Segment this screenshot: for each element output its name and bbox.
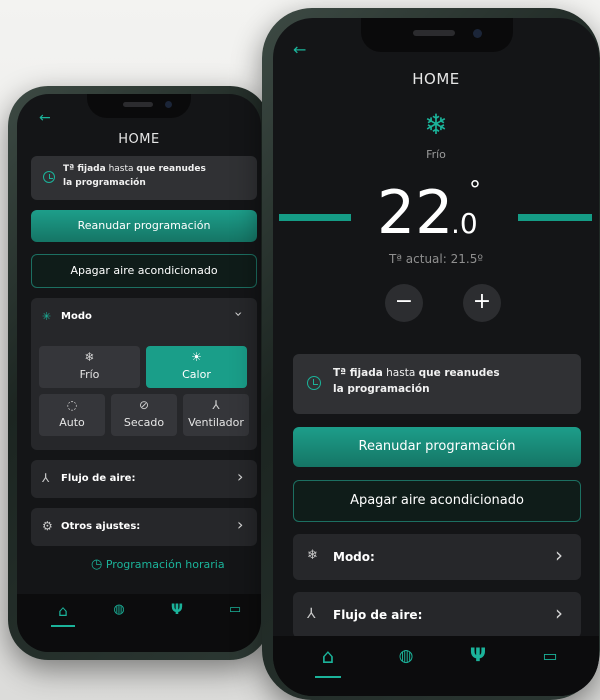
airflow-label: Flujo de aire: [333,608,423,622]
info-card: Tª fijada hasta que reanudes la programac… [293,354,581,414]
clock-icon [307,376,321,390]
temp-slider-left [279,214,351,221]
home-icon[interactable]: ⌂ [313,644,343,668]
page-title: HOME [118,132,160,147]
snowflake-icon: ❄ [307,548,318,563]
turn-off-ac-button[interactable]: Apagar aire acondicionado [31,254,257,288]
mode-tile-label: Calor [182,368,211,381]
auto-cycle-icon: ◌ [66,398,78,412]
resume-schedule-button[interactable]: Reanudar programación [293,427,581,467]
fan-icon: ⅄ [307,606,316,622]
mode-section[interactable]: ✳ Modo › ❄ Frío ☀ Calor ◌ Auto ⊘ Secado … [31,298,257,450]
notch [87,94,191,118]
back-phone-screen: ← HOME Tª fijada hasta que reanudes la pr… [17,94,261,652]
mode-tile-secado[interactable]: ⊘ Secado [111,394,177,436]
degree-symbol: ° [469,176,481,204]
chat-icon[interactable]: ▭ [223,602,247,617]
mode-tile-frio[interactable]: ❄ Frío [39,346,140,388]
airflow-label: Flujo de aire: [61,473,136,484]
chevron-right-icon[interactable]: › [237,515,243,534]
set-temperature: 22 [377,178,454,248]
schedule-link[interactable]: ◷ Programación horaria [91,557,225,572]
remote-icon[interactable]: ◍ [391,646,421,666]
other-settings-label: Otros ajustes: [61,521,141,532]
other-settings-row[interactable]: ⚙ Otros ajustes: › [31,508,257,546]
gear-icon: ⚙ [42,519,53,533]
info-text: Tª fijada hasta que reanudes la programac… [63,164,206,188]
front-phone: ← HOME ❄ Frío 22 .0 ° Tª actual: 21.5º −… [262,8,600,700]
front-phone-screen: ← HOME ❄ Frío 22 .0 ° Tª actual: 21.5º −… [273,18,599,696]
decrease-temp-button[interactable]: − [385,284,423,322]
drop-slash-icon: ⊘ [138,398,150,412]
schedule-link-label: Programación horaria [105,558,225,571]
info-card: Tª fijada hasta que reanudes la programac… [31,156,257,200]
mode-tile-auto[interactable]: ◌ Auto [39,394,105,436]
mode-status-label: Frío [426,148,446,161]
snowflake-icon: ❄ [424,108,448,141]
bottom-nav: ⌂ ◍ Ψ ▭ [17,594,261,652]
home-icon[interactable]: ⌂ [51,602,75,620]
info-text: Tª fijada hasta que reanudes la programac… [333,367,500,396]
mode-tile-calor[interactable]: ☀ Calor [146,346,247,388]
notch [361,18,513,52]
snowflake-icon: ❄ [84,350,95,364]
clock-search-icon: ◷ [91,557,103,572]
increase-temp-button[interactable]: + [463,284,501,322]
page-title: HOME [412,70,460,88]
clock-icon [43,171,55,183]
bottom-nav: ⌂ ◍ Ψ ▭ [273,636,599,696]
current-temperature: Tª actual: 21.5º [389,252,483,266]
chevron-right-icon[interactable]: › [237,467,243,486]
tools-icon[interactable]: Ψ [165,602,189,618]
mode-label: Modo [61,311,92,322]
chevron-right-icon[interactable]: › [555,601,563,625]
turn-off-ac-button[interactable]: Apagar aire acondicionado [293,480,581,522]
back-phone: ← HOME Tª fijada hasta que reanudes la pr… [8,86,270,660]
tools-icon[interactable]: Ψ [463,644,493,666]
snowflake-icon: ✳ [42,310,52,323]
active-tab-indicator [51,625,75,627]
mode-label: Modo: [333,550,375,564]
mode-tile-label: Secado [123,416,165,429]
resume-schedule-button[interactable]: Reanudar programación [31,210,257,242]
mode-tile-label: Frío [79,368,100,381]
airflow-row[interactable]: ⅄ Flujo de aire: › [31,460,257,498]
chevron-down-icon[interactable]: › [230,311,246,317]
airflow-row[interactable]: ⅄ Flujo de aire: › [293,592,581,638]
fan-icon: ⅄ [42,471,50,485]
active-tab-indicator [315,676,341,678]
back-arrow-icon[interactable]: ← [39,110,51,126]
chat-icon[interactable]: ▭ [535,646,565,665]
mode-tile-ventilador[interactable]: ⅄ Ventilador [183,394,249,436]
temp-slider-right [518,214,592,221]
mode-tile-label: Auto [59,416,85,429]
sun-icon: ☀ [191,350,202,364]
mode-tile-label: Ventilador [188,416,244,429]
back-arrow-icon[interactable]: ← [293,40,306,59]
chevron-right-icon[interactable]: › [555,543,563,567]
mode-row[interactable]: ❄ Modo: › [293,534,581,580]
remote-icon[interactable]: ◍ [107,602,131,617]
fan-icon: ⅄ [212,398,220,412]
set-temperature-decimal: .0 [451,207,478,240]
